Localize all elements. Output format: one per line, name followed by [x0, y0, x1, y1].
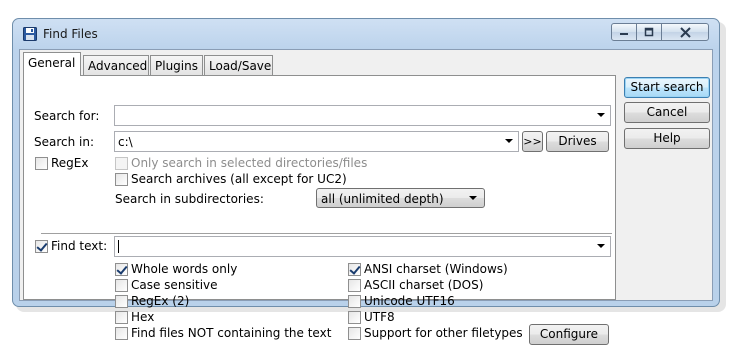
unicode-utf16-checkbox[interactable]	[348, 295, 361, 308]
drives-button[interactable]: Drives	[546, 131, 609, 152]
cancel-button[interactable]: Cancel	[624, 102, 710, 123]
find-text-label: Find text:	[51, 239, 108, 253]
other-filetypes-checkbox[interactable]	[348, 327, 361, 340]
chevron-down-icon[interactable]	[597, 244, 605, 248]
case-sensitive-checkbox[interactable]	[115, 279, 128, 292]
floppy-disk-icon	[23, 27, 37, 41]
subdirectories-dropdown[interactable]: all (unlimited depth)	[316, 188, 485, 208]
unicode-utf16-label: Unicode UTF16	[364, 294, 455, 308]
case-sensitive-label: Case sensitive	[131, 278, 218, 292]
hex-checkbox[interactable]	[115, 311, 128, 324]
other-filetypes-label: Support for other filetypes	[364, 326, 523, 340]
chevron-down-icon[interactable]	[505, 139, 513, 143]
title-bar: Find Files	[13, 19, 719, 49]
ansi-charset-checkbox[interactable]	[348, 263, 361, 276]
close-icon	[679, 26, 691, 38]
general-tab-panel: Search for: Search in: c:\ >> Drives Reg…	[23, 75, 616, 345]
regex-label: RegEx	[51, 156, 89, 170]
tab-advanced[interactable]: Advanced	[83, 55, 149, 75]
maximize-button[interactable]	[636, 23, 662, 41]
hex-label: Hex	[131, 310, 155, 324]
section-divider	[41, 233, 612, 235]
search-archives-checkbox[interactable]	[115, 173, 128, 186]
chevron-down-icon	[469, 196, 477, 200]
maximize-icon	[644, 27, 654, 37]
window-title: Find Files	[43, 27, 98, 41]
browse-button[interactable]: >>	[522, 131, 543, 152]
utf8-checkbox[interactable]	[348, 311, 361, 324]
chevron-down-icon[interactable]	[597, 113, 605, 117]
search-for-combobox[interactable]	[114, 105, 611, 126]
regex-2-label: RegEx (2)	[131, 294, 190, 308]
subdirectories-label: Search in subdirectories:	[115, 192, 264, 206]
dialog-client-area: General Advanced Plugins Load/Save Searc…	[19, 49, 713, 345]
minimize-button[interactable]	[611, 23, 637, 41]
close-button[interactable]	[661, 23, 709, 41]
help-button[interactable]: Help	[624, 128, 710, 149]
not-containing-label: Find files NOT containing the text	[131, 326, 332, 340]
search-archives-label: Search archives (all except for UC2)	[131, 172, 347, 186]
only-selected-label: Only search in selected directories/file…	[131, 156, 368, 170]
search-for-label: Search for:	[34, 109, 100, 123]
utf8-label: UTF8	[364, 310, 395, 324]
find-text-checkbox[interactable]	[35, 240, 48, 253]
text-caret	[118, 240, 119, 253]
regex-checkbox[interactable]	[35, 157, 48, 170]
subdirectories-value: all (unlimited depth)	[321, 192, 444, 206]
regex-2-checkbox[interactable]	[115, 295, 128, 308]
search-in-label: Search in:	[34, 135, 95, 149]
ansi-charset-label: ANSI charset (Windows)	[364, 262, 508, 276]
search-in-value: c:\	[118, 135, 133, 149]
whole-words-label: Whole words only	[131, 262, 238, 276]
tab-plugins[interactable]: Plugins	[150, 55, 203, 75]
not-containing-checkbox[interactable]	[115, 327, 128, 340]
find-text-combobox[interactable]	[114, 236, 611, 257]
ascii-charset-checkbox[interactable]	[348, 279, 361, 292]
configure-button[interactable]: Configure	[529, 324, 609, 345]
search-in-combobox[interactable]: c:\	[114, 131, 519, 152]
whole-words-checkbox[interactable]	[115, 263, 128, 276]
find-files-window: Find Files General Advanced Plugins Load…	[12, 18, 720, 345]
tab-load-save[interactable]: Load/Save	[204, 55, 273, 75]
ascii-charset-label: ASCII charset (DOS)	[364, 278, 484, 292]
start-search-button[interactable]: Start search	[624, 77, 710, 98]
minimize-icon	[620, 33, 628, 35]
tab-general[interactable]: General	[23, 52, 81, 76]
only-selected-checkbox[interactable]	[115, 157, 128, 170]
